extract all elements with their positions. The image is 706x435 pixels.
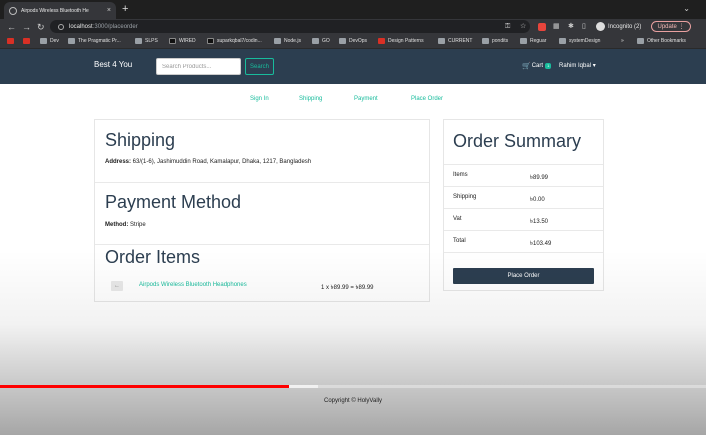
caret-down-icon: ▾ [592, 63, 596, 69]
incognito-indicator[interactable]: Incognito (2) [596, 22, 641, 31]
folder-icon [339, 38, 346, 44]
bookmark-item[interactable]: Design Patterns [378, 38, 424, 44]
order-summary-heading: Order Summary [453, 131, 582, 151]
site-navbar: Best 4 You Search 🛒 Cart 1 Rahim Iqbal ▾ [0, 49, 706, 84]
browser-tab-bar: Airpods Wireless Bluetooth He × + ⌄ [0, 0, 706, 19]
payment-section: Payment Method Method: Stripe [95, 182, 429, 244]
video-progress-bar[interactable] [0, 385, 706, 388]
side-panel-icon[interactable]: ▯ [582, 22, 586, 32]
step-payment[interactable]: Payment [354, 96, 378, 102]
folder-icon [274, 38, 281, 44]
shipping-heading: Shipping [105, 130, 176, 150]
bookmarks-bar: Dev The Pragmatic Pr... SLPS WIRED supar… [0, 35, 706, 49]
summary-row-shipping: Shipping ৳0.00 [444, 186, 603, 208]
order-summary-card: Order Summary Items ৳89.99 Shipping ৳0.0… [443, 119, 604, 291]
bookmark-item[interactable]: Node.js [274, 38, 301, 44]
bookmark-item[interactable]: SLPS [135, 38, 158, 44]
bookmark-item[interactable]: Dev [40, 38, 59, 44]
bookmark-youtube[interactable] [23, 38, 33, 44]
checkout-steps: Sign In Shipping Payment Place Order [0, 96, 706, 104]
youtube-icon [23, 38, 30, 44]
bookmark-item[interactable]: WIRED [169, 38, 196, 44]
update-button[interactable]: Update ⋮ [651, 21, 691, 32]
folder-icon [559, 38, 566, 44]
shipping-address: Address: 63/(1-6), Jashimuddin Road, Kam… [105, 159, 312, 165]
close-tab-icon[interactable]: × [107, 7, 111, 14]
url-text: localhost:3000/placeorder [69, 23, 138, 30]
payment-method: Method: Stripe [105, 222, 146, 228]
step-sign-in[interactable]: Sign In [250, 96, 269, 102]
site-icon [169, 38, 176, 44]
order-details-card: Shipping Address: 63/(1-6), Jashimuddin … [94, 119, 430, 302]
step-shipping[interactable]: Shipping [299, 96, 322, 102]
globe-icon [9, 6, 17, 15]
extension-icon[interactable]: ▦ [553, 22, 560, 32]
bookmark-item[interactable]: Reguar [520, 38, 546, 44]
place-order-button[interactable]: Place Order [453, 268, 594, 284]
gmail-icon [7, 38, 14, 44]
cart-label: Cart [531, 63, 544, 69]
order-items-section: Order Items [95, 244, 429, 302]
user-dropdown[interactable]: Rahim Iqbal ▾ [559, 62, 596, 69]
item-price-line: 1 x ৳89.99 = ৳89.99 [321, 285, 374, 291]
summary-row-vat: Vat ৳13.50 [444, 208, 603, 230]
forward-icon[interactable]: → [22, 20, 31, 34]
browser-tab[interactable]: Airpods Wireless Bluetooth He × [4, 2, 116, 19]
folder-icon [520, 38, 527, 44]
site-icon [378, 38, 385, 44]
payment-heading: Payment Method [105, 192, 242, 212]
shipping-section: Shipping Address: 63/(1-6), Jashimuddin … [95, 120, 429, 182]
step-place-order[interactable]: Place Order [411, 96, 443, 102]
site-info-icon[interactable] [58, 23, 64, 30]
incognito-icon [596, 22, 605, 31]
order-item-row: ← Airpods Wireless Bluetooth Headphones … [105, 279, 420, 293]
bookmark-item[interactable]: pondits [482, 38, 508, 44]
order-items-heading: Order Items [105, 247, 201, 267]
bookmark-gmail[interactable] [7, 38, 17, 44]
video-played-bar [0, 385, 290, 388]
cart-count-badge: 1 [545, 63, 552, 69]
key-icon[interactable]: ⚿ [505, 22, 510, 32]
folder-icon [312, 38, 319, 44]
github-icon [207, 38, 214, 44]
search-button[interactable]: Search [245, 58, 274, 75]
search-input[interactable] [156, 58, 241, 75]
product-thumbnail: ← [111, 281, 123, 291]
new-tab-button[interactable]: + [122, 3, 128, 15]
summary-row-items: Items ৳89.99 [444, 164, 603, 186]
product-link[interactable]: Airpods Wireless Bluetooth Headphones [139, 282, 247, 288]
bookmark-item[interactable]: systemDesign [559, 38, 600, 44]
bookmark-item[interactable]: Other Bookmarks [637, 38, 686, 44]
folder-icon [637, 38, 644, 44]
summary-row-total: Total ৳103.49 [444, 230, 603, 252]
bookmark-star-icon[interactable]: ☆ [520, 22, 526, 32]
bookmark-item[interactable]: suparkqbal7/codin... [207, 38, 262, 44]
bookmark-item[interactable]: The Pragmatic Pr... [68, 38, 121, 44]
puzzle-icon[interactable]: ✱ [568, 22, 574, 32]
folder-icon [135, 38, 142, 44]
cart-link[interactable]: 🛒 Cart 1 [522, 62, 552, 70]
extension-icon[interactable] [538, 23, 546, 31]
folder-icon [40, 38, 47, 44]
chevron-down-icon[interactable]: ⌄ [683, 4, 690, 13]
bookmark-item[interactable]: DevOps [339, 38, 367, 44]
folder-icon [482, 38, 489, 44]
back-icon[interactable]: ← [7, 20, 16, 34]
site-icon [68, 38, 75, 44]
summary-divider [444, 252, 603, 253]
address-bar[interactable]: localhost:3000/placeorder [50, 20, 530, 33]
footer-copyright: Copyright © HolyVally [324, 398, 382, 404]
tab-title: Airpods Wireless Bluetooth He [21, 7, 89, 14]
bookmarks-overflow[interactable]: » [621, 38, 624, 44]
brand-logo[interactable]: Best 4 You [94, 60, 132, 69]
folder-icon [438, 38, 445, 44]
bookmark-item[interactable]: CURRENT [438, 38, 472, 44]
reload-icon[interactable]: ↻ [37, 20, 45, 34]
browser-toolbar: ← → ↻ localhost:3000/placeorder ⚿ ☆ ▦ ✱ … [0, 19, 706, 35]
bookmark-item[interactable]: GO [312, 38, 330, 44]
shopping-cart-icon: 🛒 [522, 63, 531, 70]
